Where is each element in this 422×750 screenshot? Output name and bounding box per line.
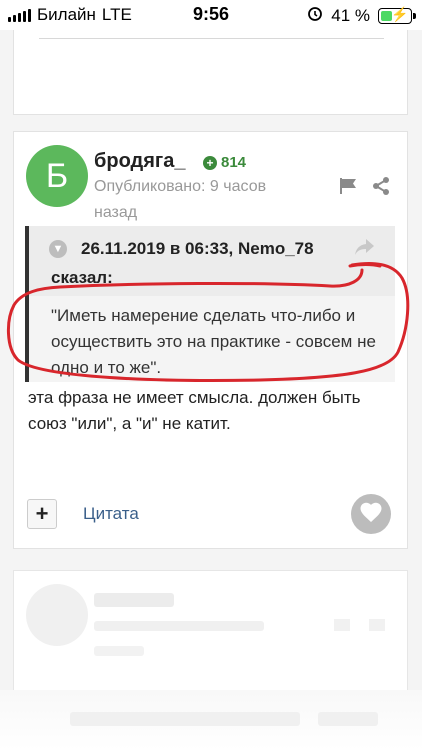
- quote-button[interactable]: Цитата: [83, 504, 139, 524]
- author-name-placeholder: [94, 593, 174, 607]
- avatar[interactable]: Б: [26, 145, 88, 207]
- author-name[interactable]: бродяга_: [94, 150, 185, 173]
- battery-icon: ⚡: [378, 6, 416, 24]
- quote-said-label: сказал:: [51, 268, 113, 287]
- plus-circle-icon: +: [203, 155, 217, 170]
- published-placeholder: [94, 621, 264, 631]
- quote-block: ▼ 26.11.2019 в 06:33, Nemo_78 сказал: "И…: [25, 226, 395, 382]
- previous-post-card: [13, 30, 408, 115]
- like-button[interactable]: [351, 494, 391, 534]
- report-flag-icon[interactable]: [339, 177, 359, 200]
- post-body: эта фраза не имеет смысла. должен быть с…: [28, 388, 361, 433]
- share-icon: [369, 619, 385, 631]
- reputation-badge: + 814: [203, 154, 246, 171]
- published-time: Опубликовано: 9 часов назад: [94, 178, 267, 221]
- quote-text: "Иметь намерение сделать что-либо и осущ…: [51, 306, 376, 377]
- bottom-bar-placeholder: [318, 712, 378, 726]
- battery-percent: 41 %: [331, 5, 370, 25]
- avatar: [26, 584, 88, 646]
- go-to-quote-icon[interactable]: [354, 238, 376, 261]
- status-right: 41 % ⚡: [307, 5, 416, 26]
- published-placeholder: [94, 646, 144, 656]
- divider: [39, 38, 384, 39]
- share-icon[interactable]: [371, 176, 391, 201]
- status-bar: Билайн LTE 9:56 41 % ⚡: [0, 0, 422, 30]
- alarm-icon: [307, 5, 323, 26]
- multiquote-button[interactable]: +: [27, 499, 57, 529]
- chevron-down-icon[interactable]: ▼: [49, 240, 67, 258]
- quote-meta: 26.11.2019 в 06:33, Nemo_78: [81, 239, 314, 258]
- forum-post: Б бродяга_ + 814 Опубликовано: 9 часов н…: [13, 131, 408, 549]
- heart-icon: [359, 501, 383, 528]
- reputation-count: 814: [221, 154, 247, 171]
- bottom-bar-placeholder: [70, 712, 300, 726]
- flag-icon: [334, 619, 350, 631]
